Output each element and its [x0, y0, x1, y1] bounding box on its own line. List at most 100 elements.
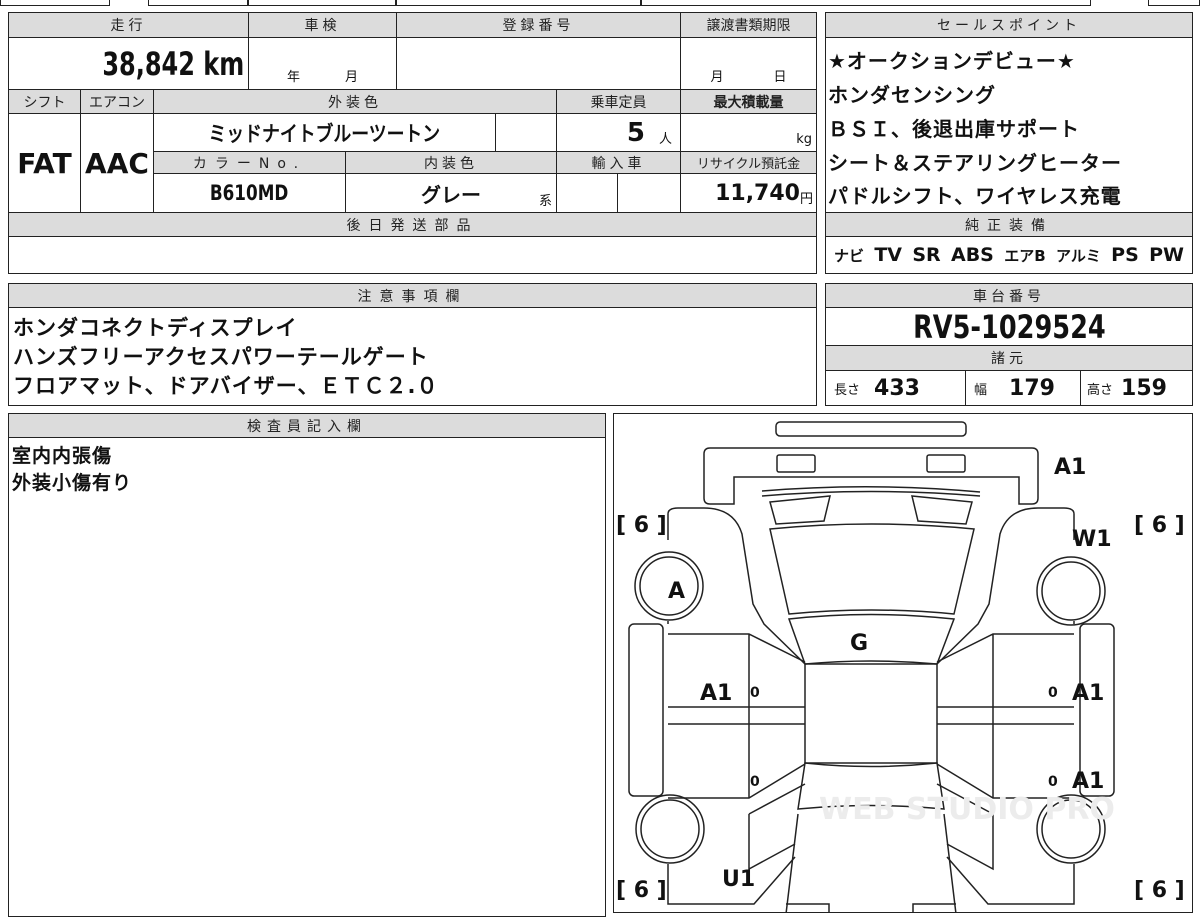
front-bumper	[775, 421, 967, 437]
transfer-deadline-label: 譲渡書類期限	[680, 12, 817, 38]
height-value: 159	[1121, 375, 1167, 401]
width-cell: 幅 179	[965, 370, 1081, 406]
shift-label: シフト	[8, 89, 81, 114]
exterior-color-extra	[495, 113, 557, 152]
sales-points-box: ★オークションデビュー★ ホンダセンシング ＢＳＩ、後退出庫サポート シート＆ス…	[825, 37, 1193, 213]
equipment-item: エアB	[1004, 246, 1046, 265]
import-cell-1	[556, 173, 618, 213]
zero-mark: 0	[750, 774, 760, 790]
mirror-left	[769, 495, 831, 525]
windshield	[769, 523, 975, 615]
recycle-value-cell: 11,740 円	[680, 173, 817, 213]
equipment-item: TV	[874, 244, 903, 266]
inspection-value-cell: 年月	[248, 37, 397, 90]
wheel-rear-left-inner	[640, 799, 700, 859]
width-label: 幅	[974, 382, 988, 398]
interior-color-suffix: 系	[538, 194, 552, 209]
interior-color-label: 内装色	[345, 151, 557, 174]
recycle-label: リサイクル預託金	[680, 151, 817, 174]
wheel-rear-left	[635, 794, 705, 864]
tread-front-right: [ 6 ]	[1134, 513, 1185, 538]
headlight-right	[926, 454, 966, 473]
rear-bumper	[786, 903, 956, 912]
equipment-row: ナビ TV SR ABS エアB アルミ PS PW	[825, 236, 1193, 274]
later-parts-label: 後日発送部品	[8, 212, 817, 237]
sales-point: パドルシフト、ワイヤレス充電	[828, 184, 1122, 208]
height-cell: 高さ 159	[1080, 370, 1193, 406]
max-load-value-cell: kg	[680, 113, 817, 152]
notes-box: ホンダコネクトディスプレイ ハンズフリーアクセスパワーテールゲート フロアマット…	[8, 307, 817, 406]
import-cell-2	[617, 173, 681, 213]
mark-front-left-door: A1	[700, 681, 732, 706]
zero-mark: 0	[750, 685, 760, 701]
registration-value-cell	[396, 37, 681, 90]
mark-front-left-wheel: A	[668, 579, 685, 604]
mark-windshield: G	[850, 631, 868, 656]
note-line: ホンダコネクトディスプレイ	[13, 316, 298, 340]
top-strip-cell	[641, 0, 1091, 6]
recycle-value: 11,740	[715, 180, 800, 206]
chassis-value-cell: RV5-1029524	[825, 307, 1193, 346]
width-value: 179	[1009, 375, 1055, 401]
color-no-value: B610MD	[210, 181, 289, 205]
wheel-front-right	[1036, 556, 1106, 626]
year-label: 年	[286, 70, 300, 85]
rear-left-door	[668, 763, 806, 799]
height-label: 高さ	[1087, 382, 1114, 398]
tread-rear-left: [ 6 ]	[616, 878, 667, 903]
month-label: 月	[710, 70, 724, 85]
interior-color-value: グレー	[421, 182, 481, 207]
mileage-value-cell: 38,842 km	[8, 37, 249, 90]
deadline-value-cell: 月日	[680, 37, 817, 90]
roof-front	[787, 613, 956, 665]
hood-line	[761, 485, 981, 497]
top-strip-cell	[0, 0, 110, 6]
equipment-item: アルミ	[1055, 246, 1101, 265]
headlight-left	[776, 454, 816, 473]
car-diagram-svg: [ 6 ] [ 6 ] [ 6 ] [ 6 ] A1 W1 A G A1 A1 …	[616, 421, 1185, 912]
trunk	[785, 813, 957, 912]
recycle-unit: 円	[799, 192, 813, 207]
zero-mark: 0	[1048, 685, 1058, 701]
chassis-value: RV5-1029524	[912, 307, 1106, 346]
sales-point: シート＆ステアリングヒーター	[828, 151, 1122, 175]
front-right-fender	[936, 507, 1075, 665]
capacity-label: 乗車定員	[556, 89, 681, 114]
color-no-label: カラーNo.	[153, 151, 346, 174]
interior-color-cell: グレー 系	[345, 173, 557, 213]
zero-mark: 0	[1048, 774, 1058, 790]
exterior-color-cell: ミッドナイトブルーツートン	[153, 113, 496, 152]
mark-rear-left-fender: U1	[722, 867, 755, 892]
equipment-item: ナビ	[834, 246, 865, 265]
mileage-label: 走行	[8, 12, 249, 38]
length-cell: 長さ 433	[825, 370, 966, 406]
capacity-value-cell: 5人	[556, 113, 681, 152]
front-left-fender	[667, 507, 806, 665]
sales-point: ★オークションデビュー★	[828, 49, 1076, 73]
exterior-color-label: 外装色	[153, 89, 557, 114]
import-label: 輸入車	[556, 151, 681, 174]
day-label: 日	[773, 70, 787, 85]
chassis-label: 車台番号	[825, 283, 1193, 308]
wheel-front-right-inner	[1041, 561, 1101, 621]
exterior-color-value: ミッドナイトブルーツートン	[208, 121, 441, 146]
mirror-right	[911, 495, 973, 525]
watermark: WEB STUDIO PRO	[819, 792, 1115, 827]
inspector-label: 検査員記入欄	[8, 413, 606, 438]
equipment-item: ABS	[951, 244, 994, 266]
top-strip-cell	[396, 0, 641, 6]
specs-label: 諸元	[825, 345, 1193, 371]
inspection-label: 車検	[248, 12, 397, 38]
front-left-door	[668, 633, 806, 798]
registration-label: 登録番号	[396, 12, 681, 38]
hood-front	[703, 447, 1039, 505]
note-line: フロアマット、ドアバイザー、ＥＴＣ２.０	[13, 374, 439, 398]
mark-front-right-door: A1	[1072, 681, 1104, 706]
tread-front-left: [ 6 ]	[616, 513, 667, 538]
capacity-value: 5	[626, 117, 645, 148]
max-load-label: 最大積載量	[680, 89, 817, 114]
max-load-unit: kg	[796, 132, 812, 147]
capacity-unit: 人	[658, 132, 672, 147]
damage-diagram: [ 6 ] [ 6 ] [ 6 ] [ 6 ] A1 W1 A G A1 A1 …	[613, 413, 1193, 913]
equipment-item: SR	[912, 244, 941, 266]
